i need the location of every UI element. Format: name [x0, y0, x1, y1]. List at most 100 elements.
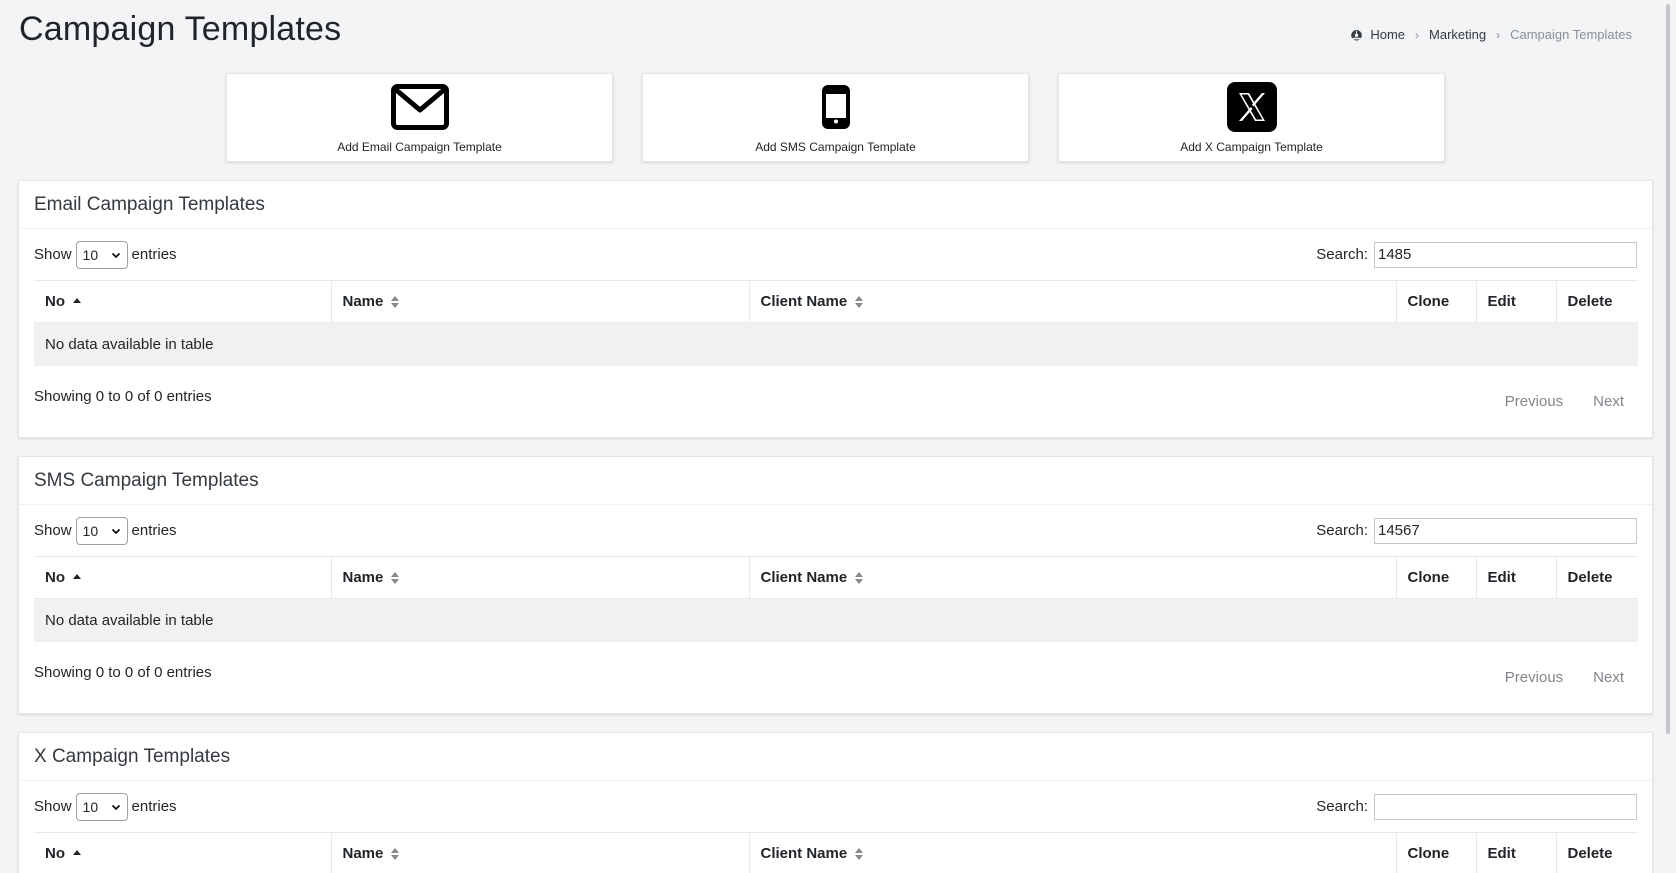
- column-no[interactable]: No: [34, 280, 332, 323]
- column-edit: Edit: [1476, 556, 1557, 599]
- page-length-control: Show 10 entries: [34, 516, 177, 545]
- show-label: Show: [34, 246, 72, 263]
- search-control: Search:: [1316, 517, 1637, 544]
- page-length-value: 10: [82, 522, 99, 539]
- card-title: X Campaign Templates: [19, 733, 1652, 781]
- entries-label: entries: [131, 798, 177, 815]
- breadcrumb-current: Campaign Templates: [1510, 27, 1632, 42]
- column-client-label: Client Name: [760, 569, 848, 586]
- card-title: SMS Campaign Templates: [19, 457, 1652, 505]
- column-no[interactable]: No: [34, 832, 332, 873]
- page: Campaign Templates Home › Marketing › Ca…: [0, 0, 1660, 873]
- table-info: Showing 0 to 0 of 0 entries: [34, 388, 212, 405]
- sort-asc-icon: [73, 850, 81, 856]
- page-length-control: Show 10 entries: [34, 240, 177, 269]
- column-no-label: No: [45, 293, 65, 310]
- breadcrumb-separator-icon: ›: [1415, 27, 1420, 42]
- sms-templates-card: SMS Campaign Templates Show 10 entries S…: [18, 456, 1653, 714]
- show-label: Show: [34, 798, 72, 815]
- column-delete: Delete: [1556, 832, 1638, 873]
- search-input[interactable]: [1374, 793, 1637, 820]
- column-client-label: Client Name: [760, 845, 848, 862]
- column-edit: Edit: [1476, 280, 1557, 323]
- chevron-down-icon: [111, 528, 120, 534]
- scrollbar-thumb[interactable]: [1666, 4, 1670, 734]
- column-client-label: Client Name: [760, 293, 848, 310]
- column-name[interactable]: Name: [331, 280, 750, 323]
- data-table: No Name Client Name Clone Edit Delete No…: [34, 280, 1638, 366]
- column-name[interactable]: Name: [331, 832, 750, 873]
- column-no-label: No: [45, 569, 65, 586]
- card-title: Email Campaign Templates: [19, 181, 1652, 229]
- page-length-select[interactable]: 10: [75, 240, 128, 269]
- sort-icon: [391, 296, 400, 309]
- dashboard-icon: [1351, 30, 1363, 41]
- empty-table-message: No data available in table: [34, 322, 1638, 366]
- sort-icon: [855, 296, 864, 309]
- page-length-control: Show 10 entries: [34, 792, 177, 821]
- column-delete: Delete: [1556, 556, 1638, 599]
- previous-button[interactable]: Previous: [1505, 669, 1563, 686]
- add-sms-template-label: Add SMS Campaign Template: [755, 140, 916, 154]
- add-x-template-button[interactable]: Add X Campaign Template: [1058, 73, 1445, 162]
- breadcrumb-home[interactable]: Home: [1350, 27, 1405, 42]
- breadcrumb-marketing[interactable]: Marketing: [1429, 27, 1486, 42]
- column-client-name[interactable]: Client Name: [749, 280, 1397, 323]
- email-templates-card: Email Campaign Templates Show 10 entries…: [18, 180, 1653, 438]
- vertical-scrollbar[interactable]: [1660, 0, 1676, 873]
- table-info: Showing 0 to 0 of 0 entries: [34, 664, 212, 681]
- next-button[interactable]: Next: [1593, 669, 1624, 686]
- search-control: Search:: [1316, 241, 1637, 268]
- entries-label: entries: [131, 522, 177, 539]
- page-title: Campaign Templates: [19, 10, 342, 48]
- page-length-select[interactable]: 10: [75, 792, 128, 821]
- column-clone: Clone: [1396, 280, 1477, 323]
- search-input[interactable]: [1374, 241, 1637, 268]
- column-delete: Delete: [1556, 280, 1638, 323]
- column-name-label: Name: [342, 293, 384, 310]
- column-clone: Clone: [1396, 556, 1477, 599]
- column-no-label: No: [45, 845, 65, 862]
- empty-table-message: No data available in table: [34, 598, 1638, 642]
- breadcrumb-home-label: Home: [1370, 27, 1406, 42]
- add-email-template-button[interactable]: Add Email Campaign Template: [226, 73, 613, 162]
- column-no[interactable]: No: [34, 556, 332, 599]
- x-templates-card: X Campaign Templates Show 10 entries Sea…: [18, 732, 1653, 873]
- column-name-label: Name: [342, 569, 384, 586]
- add-sms-template-button[interactable]: Add SMS Campaign Template: [642, 73, 1029, 162]
- search-label: Search:: [1316, 246, 1368, 263]
- column-name-label: Name: [342, 845, 384, 862]
- next-button[interactable]: Next: [1593, 393, 1624, 410]
- column-clone: Clone: [1396, 832, 1477, 873]
- page-length-value: 10: [82, 246, 99, 263]
- sort-icon: [391, 848, 400, 861]
- mobile-phone-icon: [821, 81, 850, 133]
- breadcrumb: Home › Marketing › Campaign Templates: [1350, 27, 1632, 42]
- envelope-icon: [390, 81, 449, 133]
- pagination: Previous Next: [1505, 669, 1624, 686]
- show-label: Show: [34, 522, 72, 539]
- page-length-select[interactable]: 10: [75, 516, 128, 545]
- chevron-down-icon: [111, 804, 120, 810]
- chevron-down-icon: [111, 252, 120, 258]
- data-table: No Name Client Name Clone Edit Delete: [34, 832, 1638, 873]
- pagination: Previous Next: [1505, 393, 1624, 410]
- data-table: No Name Client Name Clone Edit Delete No…: [34, 556, 1638, 642]
- column-name[interactable]: Name: [331, 556, 750, 599]
- search-label: Search:: [1316, 798, 1368, 815]
- column-edit: Edit: [1476, 832, 1557, 873]
- entries-label: entries: [131, 246, 177, 263]
- search-input[interactable]: [1374, 517, 1637, 544]
- search-control: Search:: [1316, 793, 1637, 820]
- add-email-template-label: Add Email Campaign Template: [337, 140, 502, 154]
- quick-actions: Add Email Campaign Template Add SMS Camp…: [226, 73, 1445, 162]
- sort-asc-icon: [73, 574, 81, 580]
- column-client-name[interactable]: Client Name: [749, 556, 1397, 599]
- search-label: Search:: [1316, 522, 1368, 539]
- previous-button[interactable]: Previous: [1505, 393, 1563, 410]
- column-client-name[interactable]: Client Name: [749, 832, 1397, 873]
- sort-asc-icon: [73, 298, 81, 304]
- add-x-template-label: Add X Campaign Template: [1180, 140, 1323, 154]
- sort-icon: [391, 572, 400, 585]
- breadcrumb-separator-icon: ›: [1496, 27, 1501, 42]
